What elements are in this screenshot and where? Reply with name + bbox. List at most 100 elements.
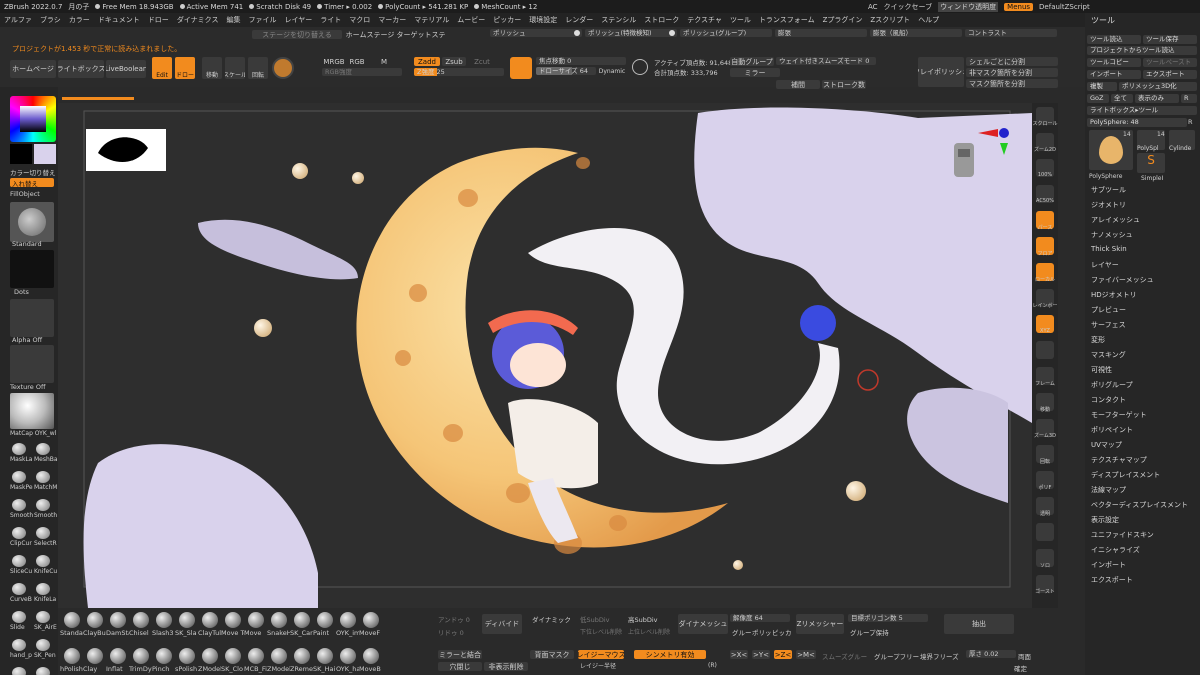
brush-icon[interactable]	[340, 612, 356, 628]
import-button[interactable]: インポート	[1087, 70, 1141, 79]
brush-icon[interactable]	[156, 648, 172, 664]
contrast-slider[interactable]: コントラスト	[965, 29, 1057, 37]
menu-item-21[interactable]: トランスフォーム	[759, 15, 815, 25]
mrgb-button[interactable]: MRGB	[322, 57, 346, 66]
auto-group-button[interactable]: 自動グループ	[730, 57, 774, 66]
brush-icon[interactable]	[87, 648, 103, 664]
zcut-button[interactable]: Zcut	[472, 57, 492, 66]
menu-item-1[interactable]: ブラシ	[40, 15, 61, 25]
texture-icon[interactable]	[10, 345, 54, 383]
brush-icon[interactable]	[156, 612, 172, 628]
brush-icon[interactable]	[12, 527, 26, 539]
tool-paste-button[interactable]: ツールペースト	[1143, 58, 1197, 67]
brush-icon[interactable]	[36, 527, 50, 539]
lightbox-tool-button[interactable]: ライトボックス▸ツール	[1087, 106, 1197, 115]
thickness-slider[interactable]: 厚さ 0.02	[966, 650, 1016, 658]
menu-item-15[interactable]: 環境設定	[529, 15, 557, 25]
brush-icon[interactable]	[110, 648, 126, 664]
sym-m-button[interactable]: >M<	[796, 650, 816, 659]
goz-button[interactable]: GoZ	[1087, 94, 1109, 103]
rgb-button[interactable]: RGB	[348, 57, 366, 66]
stroke-count-button[interactable]: ストローク数	[822, 80, 866, 89]
redo-button[interactable]: リドゥ 0	[438, 627, 464, 637]
z-intensity-slider[interactable]: Z強度 25	[414, 68, 504, 76]
symmetry-button[interactable]: シンメトリ有効	[634, 650, 706, 659]
brush-icon[interactable]	[36, 611, 50, 623]
menu-item-6[interactable]: 編集	[226, 15, 240, 25]
brush-icon[interactable]	[271, 648, 287, 664]
clone-button[interactable]: 複製	[1087, 82, 1117, 91]
focal-shift-slider[interactable]: 焦点移動 0	[536, 57, 626, 65]
menu-item-4[interactable]: ドロー	[148, 15, 169, 25]
polysphere-r[interactable]: R	[1188, 118, 1193, 126]
tool-section-5[interactable]: レイヤー	[1091, 260, 1119, 270]
scale-button[interactable]: スケール	[225, 57, 245, 79]
claypolish-button[interactable]: クレイポリッシュ	[918, 57, 964, 87]
mirror-button[interactable]: ミラー	[730, 68, 780, 77]
dynamic-toggle[interactable]: Dynamic	[598, 67, 626, 75]
brush-icon[interactable]	[12, 639, 26, 651]
target-poly-slider[interactable]: 目標ポリゴン数 5	[848, 614, 928, 622]
menu-item-18[interactable]: ストローク	[644, 15, 679, 25]
shelf-icon-16[interactable]	[1036, 523, 1054, 541]
home-stage[interactable]: ホームステージ	[346, 30, 394, 39]
brush-icon[interactable]	[64, 612, 80, 628]
r-symmetry[interactable]: (R)	[708, 662, 717, 669]
tool-section-20[interactable]: 法線マップ	[1091, 485, 1126, 495]
brush-icon[interactable]	[248, 648, 264, 664]
divide-button[interactable]: ディバイド	[482, 614, 522, 634]
inflate-balloon-slider[interactable]: 膨張（風船）	[870, 29, 962, 37]
interpolate-button[interactable]: 補間	[776, 80, 820, 89]
shelf-icon-9[interactable]	[1036, 341, 1054, 359]
brush-icon[interactable]	[317, 612, 333, 628]
sym-z-button[interactable]: >Z<	[774, 650, 792, 659]
polish-slider[interactable]: ポリッシュ	[490, 29, 582, 37]
lazy-mouse-button[interactable]: レイジーマウス	[578, 650, 624, 659]
tool-section-15[interactable]: モーフターゲット	[1091, 410, 1147, 420]
brush-icon[interactable]	[36, 555, 50, 567]
material-sphere-icon[interactable]	[272, 57, 294, 79]
brush-icon[interactable]	[12, 471, 26, 483]
tool-section-21[interactable]: ベクターディスプレイスメント	[1091, 500, 1188, 510]
undo-button[interactable]: アンドゥ 0	[438, 614, 470, 624]
tool-section-4[interactable]: Thick Skin	[1091, 245, 1127, 253]
tool-section-12[interactable]: 可視性	[1091, 365, 1112, 375]
menus-button[interactable]: Menus	[1004, 2, 1034, 11]
tool-section-0[interactable]: サブツール	[1091, 185, 1126, 195]
stage-switch[interactable]: ステージを切り替える	[252, 30, 342, 39]
rotate-button[interactable]: 回転	[248, 57, 268, 79]
both-sides[interactable]: 両面	[1018, 651, 1031, 661]
brush-icon[interactable]	[36, 639, 50, 651]
menu-item-10[interactable]: マクロ	[349, 15, 370, 25]
swap-button[interactable]: 入れ替え	[10, 178, 54, 188]
brush-icon[interactable]	[12, 499, 26, 511]
brush-icon[interactable]	[64, 648, 80, 664]
tool-section-7[interactable]: HDジオメトリ	[1091, 290, 1137, 300]
tool-section-26[interactable]: エクスポート	[1091, 575, 1133, 585]
brush-icon[interactable]	[133, 648, 149, 664]
script-button[interactable]: DefaultZScript	[1039, 3, 1090, 11]
brush-icon[interactable]	[12, 583, 26, 595]
tool-section-10[interactable]: 変形	[1091, 335, 1105, 345]
split-masked-button[interactable]: マスク箇所を分割	[966, 79, 1058, 88]
viewport-canvas[interactable]	[58, 103, 1032, 608]
lower-subdiv[interactable]: 低SubDiv	[580, 614, 610, 624]
menu-item-16[interactable]: レンダー	[565, 15, 593, 25]
primary-color-swatch[interactable]	[34, 144, 56, 164]
tool-section-11[interactable]: マスキング	[1091, 350, 1126, 360]
snapshot-icon[interactable]	[632, 59, 648, 75]
tool-section-22[interactable]: 表示設定	[1091, 515, 1119, 525]
keep-groups-toggle[interactable]: グループ保持	[850, 627, 889, 637]
live-boolean-button[interactable]: LiveBoolean	[106, 60, 146, 78]
menu-item-24[interactable]: ヘルプ	[918, 15, 939, 25]
brush-icon[interactable]	[87, 612, 103, 628]
confirm-button[interactable]: 確定	[1014, 663, 1027, 673]
brush-icon[interactable]	[110, 612, 126, 628]
menu-item-19[interactable]: テクスチャ	[687, 15, 722, 25]
tool-section-14[interactable]: コンタクト	[1091, 395, 1126, 405]
home-page-button[interactable]: ホームページ	[10, 60, 56, 78]
tool-section-24[interactable]: イニシャライズ	[1091, 545, 1140, 555]
brush-icon[interactable]	[225, 612, 241, 628]
standard-brush-icon[interactable]	[10, 202, 54, 242]
close-holes-button[interactable]: 穴閉じ	[438, 662, 482, 671]
